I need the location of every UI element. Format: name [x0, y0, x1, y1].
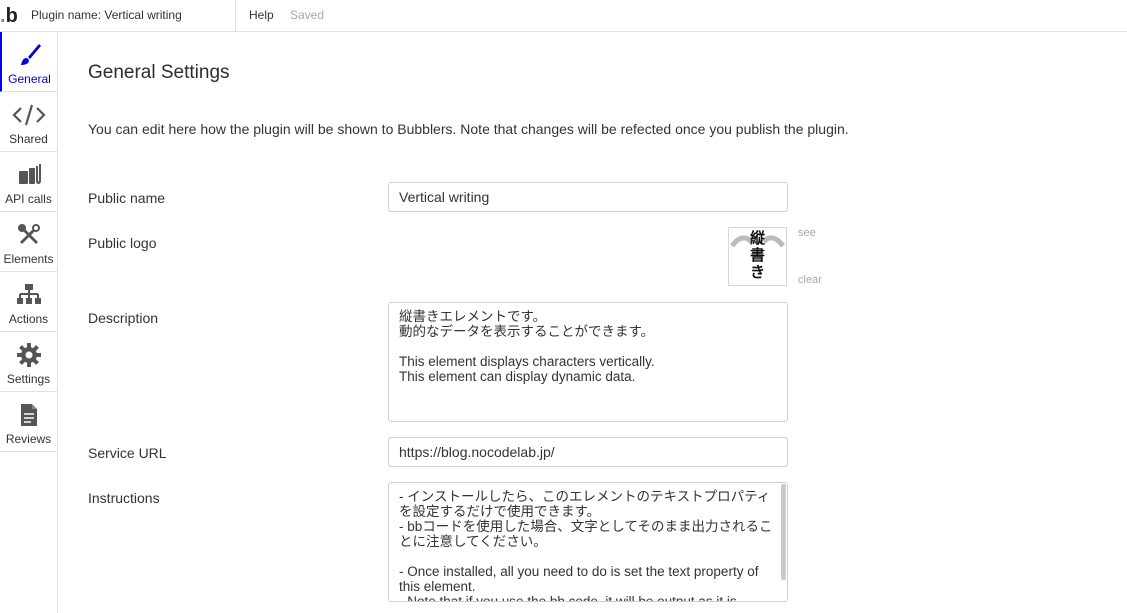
logo-clear-link[interactable]: clear	[798, 274, 822, 286]
sidebar-item-label: Shared	[9, 132, 48, 146]
document-icon	[20, 404, 37, 426]
top-bar: .b Plugin name: Vertical writing Help Sa…	[0, 0, 1127, 32]
sidebar-item-shared[interactable]: Shared	[0, 92, 57, 152]
intro-text: You can edit here how the plugin will be…	[88, 121, 849, 137]
logo-text: 縦書き	[749, 229, 765, 281]
page-title: General Settings	[88, 62, 230, 83]
sidebar-item-label: General	[8, 72, 51, 86]
tools-icon	[17, 224, 40, 244]
gear-icon	[16, 343, 41, 367]
sidebar-item-api-calls[interactable]: API calls	[0, 152, 57, 212]
sidebar-item-reviews[interactable]: Reviews	[0, 392, 57, 452]
public-logo-image[interactable]: 縦書き	[728, 227, 787, 286]
sidebar-item-settings[interactable]: Settings	[0, 332, 57, 392]
public-name-label: Public name	[88, 190, 166, 206]
sidebar-item-general[interactable]: General	[0, 32, 57, 92]
sidebar-item-label: Actions	[8, 312, 49, 326]
instructions-scrollbar[interactable]	[781, 484, 786, 580]
sidebar-item-label: Elements	[3, 252, 54, 266]
service-url-label: Service URL	[88, 445, 167, 461]
saved-status: Saved	[290, 8, 325, 22]
sidebar-item-label: Settings	[6, 372, 51, 386]
bubble-logo[interactable]: .b	[0, 4, 20, 28]
workflow-icon	[16, 284, 41, 304]
code-icon	[11, 104, 46, 126]
plug-icon	[18, 164, 41, 184]
service-url-input[interactable]: https://blog.nocodelab.jp/	[388, 437, 788, 467]
main-content: General Settings You can edit here how t…	[58, 33, 1127, 613]
public-logo-label: Public logo	[88, 235, 157, 251]
public-name-input[interactable]: Vertical writing	[388, 182, 788, 212]
logo-see-link[interactable]: see	[798, 227, 816, 239]
description-label: Description	[88, 310, 159, 326]
description-textarea[interactable]: 縦書きエレメントです。 動的なデータを表示することができます。 This ele…	[388, 302, 788, 422]
topbar-divider	[235, 0, 236, 32]
help-link[interactable]: Help	[249, 8, 274, 22]
sidebar-item-elements[interactable]: Elements	[0, 212, 57, 272]
instructions-label: Instructions	[88, 490, 160, 506]
sidebar: General Shared API calls Elements Action…	[0, 32, 58, 613]
instructions-textarea[interactable]: - インストールしたら、このエレメントのテキストプロパティを設定するだけで使用で…	[388, 482, 788, 602]
plugin-name: Plugin name: Vertical writing	[31, 8, 182, 22]
brush-icon	[20, 44, 41, 65]
sidebar-item-label: Reviews	[5, 432, 52, 446]
sidebar-item-actions[interactable]: Actions	[0, 272, 57, 332]
sidebar-item-label: API calls	[5, 192, 52, 206]
